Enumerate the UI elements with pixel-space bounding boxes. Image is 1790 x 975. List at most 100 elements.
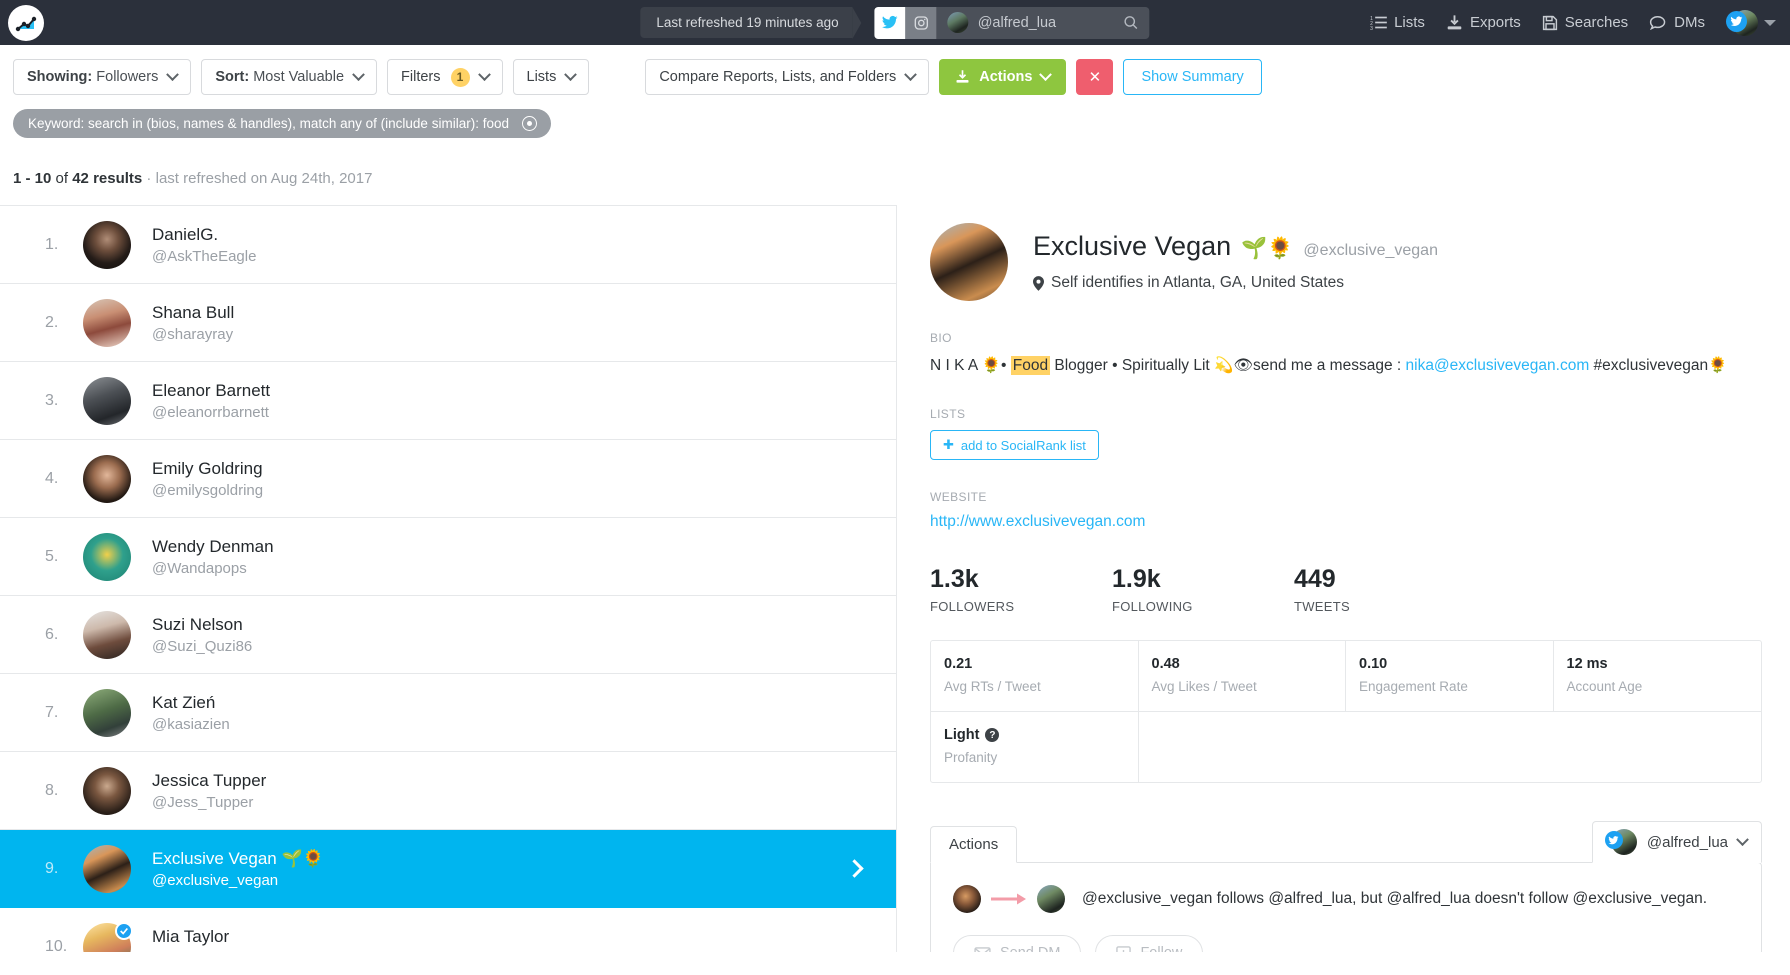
add-to-socialrank-list-button[interactable]: ✚ add to SocialRank list: [930, 430, 1099, 461]
nav-links-group: 1 2 3 Lists Exports Searches DMs: [1370, 9, 1790, 37]
table-row[interactable]: 3. Eleanor Barnett @eleanorrbarnett: [0, 362, 896, 440]
active-filter-chips: Keyword: search in (bios, names & handle…: [0, 107, 1790, 138]
row-names: Kat Zień @kasiazien: [152, 693, 230, 733]
avatar: [1604, 829, 1637, 856]
nav-link-lists[interactable]: 1 2 3 Lists: [1370, 14, 1425, 31]
lists-dropdown[interactable]: Lists: [512, 59, 590, 95]
filter-toolbar: Showing: Followers Sort: Most Valuable F…: [0, 45, 1790, 107]
showing-dropdown[interactable]: Showing: Followers: [13, 59, 192, 95]
metric-label: Engagement Rate: [1359, 679, 1468, 695]
actions-card-body: @exclusive_vegan follows @alfred_lua, bu…: [930, 862, 1762, 952]
bio-email-link[interactable]: nika@exclusivevegan.com: [1406, 357, 1590, 374]
keyword-filter-chip[interactable]: Keyword: search in (bios, names & handle…: [13, 109, 551, 138]
profile-stat-label: FOLLOWING: [1112, 599, 1193, 615]
nav-link-exports[interactable]: Exports: [1446, 14, 1521, 31]
metric-cell-empty: [1139, 712, 1347, 782]
metric-cell: 12 ms Account Age: [1553, 641, 1761, 713]
map-pin-icon: [1033, 275, 1044, 291]
showing-prefix: Showing:: [27, 69, 93, 85]
row-display-name: Suzi Nelson: [152, 614, 243, 634]
row-display-name: Kat Zień: [152, 692, 216, 712]
plus-icon: ✚: [943, 437, 954, 453]
profile-stat: 1.3k FOLLOWERS: [930, 565, 1112, 614]
avatar: [83, 298, 131, 347]
row-rank: 7.: [45, 703, 59, 721]
avatar: [83, 688, 131, 737]
add-to-list-label: add to SocialRank list: [960, 437, 1086, 453]
account-menu[interactable]: [1726, 9, 1776, 37]
compare-dropdown[interactable]: Compare Reports, Lists, and Folders: [645, 59, 930, 95]
send-dm-button[interactable]: Send DM: [953, 935, 1082, 952]
tab-actions[interactable]: Actions: [930, 826, 1018, 864]
twitter-bird-icon[interactable]: [874, 6, 906, 39]
results-count: 42 results: [72, 170, 143, 187]
row-rank: 8.: [45, 781, 59, 799]
row-rank: 3.: [45, 391, 59, 409]
instagram-camera-icon[interactable]: [905, 6, 937, 39]
table-row[interactable]: 6. Suzi Nelson @Suzi_Quzi86: [0, 596, 896, 674]
metric-cell: Light? Profanity: [931, 712, 1139, 783]
table-row[interactable]: 5. Wendy Denman @Wandapops: [0, 518, 896, 596]
table-row[interactable]: 8. Jessica Tupper @Jess_Tupper: [0, 752, 896, 830]
profile-stat-value: 1.3k: [930, 565, 979, 594]
profile-bio: N I K A 🌻• Food Blogger • Spiritually Li…: [930, 354, 1790, 377]
table-row[interactable]: 1. DanielG. @AskTheEagle: [0, 206, 896, 284]
table-row[interactable]: 10. Mia Taylor @MiaTaylor: [0, 908, 896, 952]
actions-button[interactable]: Actions: [939, 59, 1067, 95]
actions-button-label: Actions: [979, 69, 1033, 85]
clear-filters-button[interactable]: ✕: [1076, 59, 1114, 95]
table-row[interactable]: 4. Emily Goldring @emilysgoldring: [0, 440, 896, 518]
help-icon[interactable]: ?: [985, 728, 1000, 743]
row-handle: @sharayray: [152, 325, 234, 343]
actions-card: Actions @alfred_lua @exclusive_vegan fol…: [930, 821, 1762, 952]
remove-filter-icon[interactable]: [521, 116, 537, 131]
metric-label: Profanity: [944, 750, 998, 766]
follow-button[interactable]: Follow: [1095, 935, 1204, 952]
row-rank: 6.: [45, 625, 59, 643]
relationship-text: @exclusive_vegan follows @alfred_lua, bu…: [1082, 890, 1708, 908]
results-list[interactable]: 1. DanielG. @AskTheEagle 2. Shana Bull @shara…: [0, 205, 896, 952]
row-display-name: Shana Bull: [152, 302, 235, 322]
filters-dropdown[interactable]: Filters 1: [387, 59, 503, 95]
ordered-list-icon: 1 2 3: [1370, 16, 1387, 30]
show-summary-button[interactable]: Show Summary: [1123, 59, 1262, 95]
row-names: Eleanor Barnett @eleanorrbarnett: [152, 381, 270, 421]
table-row[interactable]: 9. Exclusive Vegan 🌱🌻 @exclusive_vegan: [0, 830, 896, 908]
results-separator: ·: [142, 170, 156, 187]
nav-link-dms[interactable]: DMs: [1649, 14, 1705, 31]
search-input[interactable]: [977, 14, 1114, 31]
close-icon: ✕: [1088, 69, 1102, 86]
bio-highlight: Food: [1010, 356, 1051, 375]
table-row[interactable]: 7. Kat Zień @kasiazien: [0, 674, 896, 752]
row-rank: 5.: [45, 547, 59, 565]
profile-location: Self identifies in Atlanta, GA, United S…: [1033, 274, 1438, 292]
speech-bubble-icon: [1650, 16, 1666, 30]
row-handle: @exclusive_vegan: [152, 871, 279, 889]
row-handle: @Jess_Tupper: [152, 793, 254, 811]
profile-name-row: Exclusive Vegan 🌱🌻 @exclusive_vegan: [1033, 231, 1438, 262]
profile-website-link[interactable]: http://www.exclusivevegan.com: [930, 513, 1145, 530]
twitter-bird-icon: [1726, 10, 1747, 32]
profile-avatar: [930, 223, 1008, 301]
chevron-right-icon[interactable]: [845, 858, 864, 878]
row-rank: 9.: [45, 859, 59, 877]
row-display-name: Emily Goldring: [152, 458, 263, 478]
avatar: [83, 532, 131, 581]
sort-dropdown[interactable]: Sort: Most Valuable: [201, 59, 378, 95]
bio-section-label: BIO: [930, 331, 952, 345]
chevron-down-icon[interactable]: [1764, 19, 1776, 26]
chevron-down-icon: [477, 67, 491, 81]
chevron-down-icon: [352, 67, 365, 81]
table-row[interactable]: 2. Shana Bull @sharayray: [0, 284, 896, 362]
nav-link-searches[interactable]: Searches: [1542, 14, 1628, 31]
verified-badge-icon: [115, 921, 133, 940]
profile-big-stats: 1.3k FOLLOWERS 1.9k FOLLOWING 449 TWEETS: [930, 565, 1790, 614]
chevron-down-icon: [166, 67, 180, 81]
row-handle: @AskTheEagle: [152, 247, 257, 265]
search-icon[interactable]: [1123, 14, 1140, 31]
metric-value: 0.10: [1359, 656, 1388, 673]
socialrank-chart-logo-icon[interactable]: [8, 4, 44, 41]
results-range: 1 - 10: [13, 170, 52, 187]
actions-account-selector[interactable]: @alfred_lua: [1591, 821, 1762, 864]
bio-post: #exclusivevegan🌻: [1589, 357, 1728, 374]
